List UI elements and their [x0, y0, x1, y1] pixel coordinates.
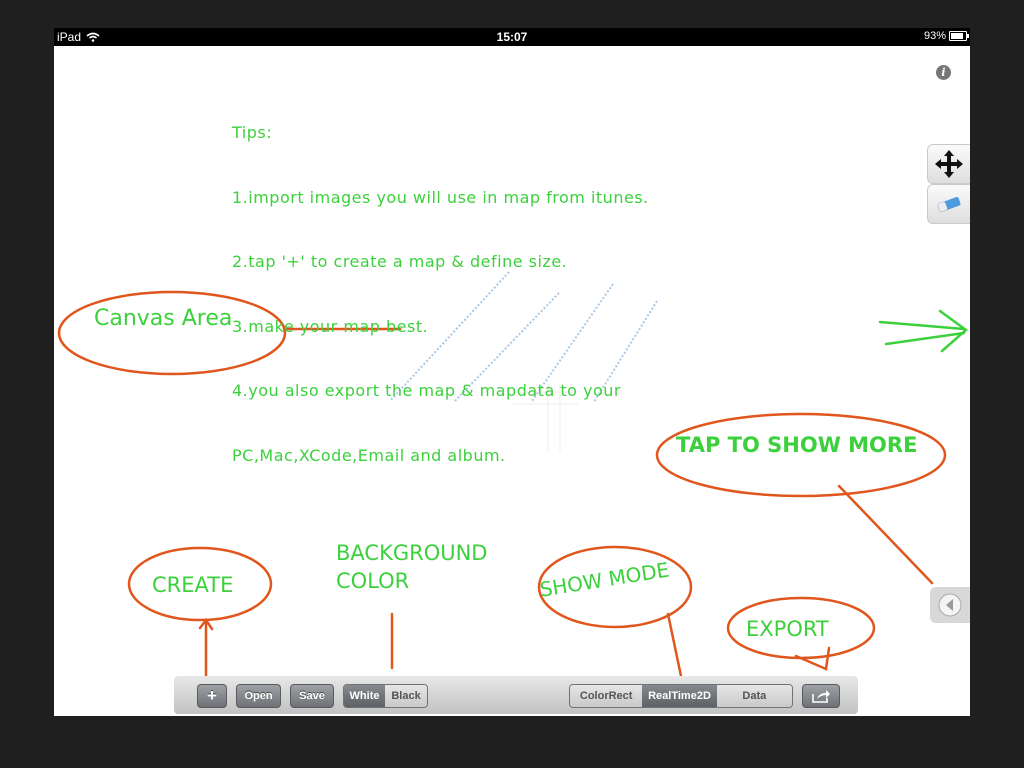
- tap-more-line: [837, 484, 934, 585]
- battery-percent: 93%: [923, 30, 946, 42]
- move-arrows-icon: [935, 150, 963, 178]
- eraser-icon: [937, 197, 961, 213]
- clock: 15:07: [496, 30, 528, 44]
- segment-black[interactable]: Black: [385, 685, 427, 707]
- show-mode-line: [666, 612, 683, 678]
- show-mode-segmented: ColorRect RealTime2D Data: [569, 684, 793, 708]
- create-label: CREATE: [152, 573, 234, 597]
- next-arrow: [878, 309, 968, 353]
- export-button[interactable]: [802, 684, 840, 708]
- save-button[interactable]: Save: [290, 684, 334, 708]
- bottom-toolbar: + Open Save White Black ColorRect RealTi…: [174, 676, 858, 714]
- move-tool-button[interactable]: [927, 144, 970, 184]
- status-bar: iPad 15:07 93%: [54, 28, 970, 46]
- tips-text: Tips: 1.import images you will use in ma…: [232, 79, 649, 509]
- canvas-area-label: Canvas Area: [94, 306, 233, 331]
- info-icon[interactable]: i: [936, 65, 951, 80]
- tips-title: Tips:: [232, 123, 273, 142]
- canvas-area[interactable]: Tips: 1.import images you will use in ma…: [54, 46, 970, 716]
- background-color-segmented: White Black: [343, 684, 428, 708]
- create-arrow: [198, 617, 214, 678]
- eraser-tool-button[interactable]: [927, 184, 970, 224]
- segment-realtime2d[interactable]: RealTime2D: [642, 685, 717, 707]
- tip-line: 1.import images you will use in map from…: [232, 187, 649, 207]
- add-button[interactable]: +: [197, 684, 227, 708]
- tap-to-show-more-label: TAP TO SHOW MORE: [676, 433, 918, 457]
- status-right: 93%: [923, 30, 969, 42]
- tip-line: 3.make your map best.: [232, 316, 429, 336]
- chevron-left-icon: [938, 593, 962, 617]
- tip-line: PC,Mac,XCode,Email and album.: [232, 445, 506, 465]
- segment-white[interactable]: White: [344, 685, 386, 707]
- export-label: EXPORT: [746, 617, 829, 641]
- battery-icon: [949, 31, 969, 41]
- show-more-button[interactable]: [930, 587, 970, 623]
- background-color-label: BACKGROUND COLOR: [336, 541, 488, 593]
- tip-line: 2.tap '+' to create a map & define size.: [232, 252, 568, 271]
- share-icon: [812, 690, 830, 703]
- segment-data[interactable]: Data: [716, 685, 792, 707]
- segment-colorrect[interactable]: ColorRect: [570, 685, 643, 707]
- tip-line: 4.you also export the map & mapdata to y…: [232, 381, 621, 400]
- open-button[interactable]: Open: [236, 684, 281, 708]
